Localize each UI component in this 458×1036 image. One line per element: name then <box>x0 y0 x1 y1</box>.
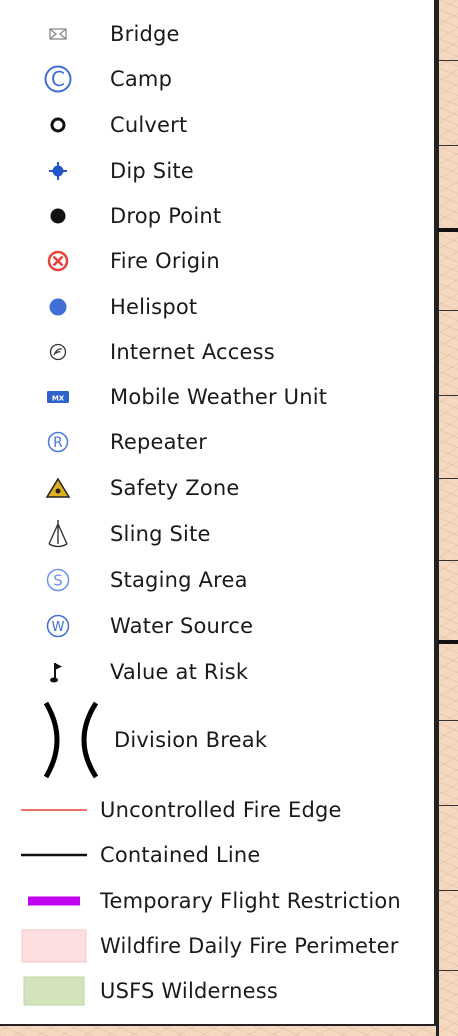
legend-label: Helispot <box>110 295 198 319</box>
staging-area-icon: S <box>45 567 71 593</box>
map-grid-tick <box>438 145 458 146</box>
legend-label: Uncontrolled Fire Edge <box>100 798 342 822</box>
map-grid-tick <box>438 805 458 806</box>
legend-item-usfs-wilderness: USFS Wilderness <box>0 971 434 1011</box>
legend-item-dip-site: Dip Site <box>0 151 434 191</box>
legend-item-repeater: R Repeater <box>0 422 434 462</box>
legend-item-safety-zone: Safety Zone <box>0 468 434 508</box>
legend-label: Bridge <box>110 22 180 46</box>
value-at-risk-icon <box>49 660 67 684</box>
map-legend: Bridge C Camp Culvert Dip Site Drop Poin… <box>0 0 436 1026</box>
svg-text:S: S <box>53 572 63 590</box>
legend-label: Value at Risk <box>110 660 249 684</box>
legend-label: Repeater <box>110 430 208 454</box>
legend-item-bridge: Bridge <box>0 14 434 54</box>
legend-item-division-break: Division Break <box>0 701 434 779</box>
legend-item-contained-line: Contained Line <box>0 835 434 875</box>
legend-label: Internet Access <box>110 340 275 364</box>
map-grid-tick <box>438 640 458 644</box>
fire-origin-icon <box>46 249 70 273</box>
map-grid-line <box>436 0 439 1036</box>
wilderness-swatch <box>23 976 85 1006</box>
legend-item-drop-point: Drop Point <box>0 196 434 236</box>
legend-item-helispot: Helispot <box>0 287 434 327</box>
bridge-icon <box>48 26 68 42</box>
helispot-icon <box>47 296 69 318</box>
legend-item-water-source: W Water Source <box>0 606 434 646</box>
legend-label: Contained Line <box>100 843 261 867</box>
safety-zone-icon <box>45 477 71 499</box>
legend-item-value-at-risk: Value at Risk <box>0 652 434 692</box>
legend-label: Culvert <box>110 113 188 137</box>
legend-label: Staging Area <box>110 568 248 592</box>
internet-access-icon <box>48 342 68 362</box>
legend-label: Drop Point <box>110 204 222 228</box>
legend-item-camp: C Camp <box>0 59 434 99</box>
legend-label: Camp <box>110 67 173 91</box>
uncontrolled-fire-edge-line <box>21 807 87 813</box>
legend-item-temporary-flight-restriction: Temporary Flight Restriction <box>0 881 434 921</box>
legend-item-internet-access: Internet Access <box>0 332 434 372</box>
legend-item-staging-area: S Staging Area <box>0 560 434 600</box>
culvert-icon <box>48 115 68 135</box>
legend-label: USFS Wilderness <box>100 979 279 1003</box>
contained-line <box>21 852 87 858</box>
legend-label: Temporary Flight Restriction <box>100 889 401 913</box>
sling-site-icon <box>45 518 71 550</box>
legend-item-fire-origin: Fire Origin <box>0 241 434 281</box>
map-grid-tick <box>438 478 458 479</box>
camp-icon: C <box>43 64 73 94</box>
map-grid-tick <box>438 560 458 561</box>
division-break-icon <box>42 701 102 779</box>
map-grid-tick <box>438 970 458 971</box>
tfr-line <box>26 895 82 907</box>
legend-item-sling-site: Sling Site <box>0 514 434 554</box>
svg-text:W: W <box>52 620 65 635</box>
svg-text:MX: MX <box>52 395 65 403</box>
map-grid-tick <box>438 395 458 396</box>
legend-item-wildfire-daily-fire-perimeter: Wildfire Daily Fire Perimeter <box>0 926 434 966</box>
legend-label: Dip Site <box>110 159 194 183</box>
repeater-icon: R <box>46 430 70 454</box>
legend-label: Fire Origin <box>110 249 220 273</box>
legend-item-uncontrolled-fire-edge: Uncontrolled Fire Edge <box>0 790 434 830</box>
legend-label: Sling Site <box>110 522 211 546</box>
svg-text:C: C <box>51 67 65 91</box>
map-grid-tick <box>438 890 458 891</box>
mobile-weather-unit-icon: MX <box>45 389 71 405</box>
map-grid-tick <box>438 228 458 232</box>
fire-perimeter-swatch <box>21 929 87 963</box>
legend-label: Water Source <box>110 614 254 638</box>
legend-label: Division Break <box>114 728 268 752</box>
legend-item-culvert: Culvert <box>0 105 434 145</box>
map-grid-tick <box>438 310 458 311</box>
water-source-icon: W <box>45 613 71 639</box>
legend-label: Mobile Weather Unit <box>110 385 328 409</box>
svg-text:R: R <box>53 435 63 451</box>
dip-site-icon <box>46 159 70 183</box>
map-grid-tick <box>438 720 458 721</box>
drop-point-icon <box>48 206 68 226</box>
map-grid-tick <box>438 60 458 61</box>
legend-label: Safety Zone <box>110 476 240 500</box>
legend-item-mobile-weather-unit: MX Mobile Weather Unit <box>0 377 434 417</box>
legend-label: Wildfire Daily Fire Perimeter <box>100 934 399 958</box>
